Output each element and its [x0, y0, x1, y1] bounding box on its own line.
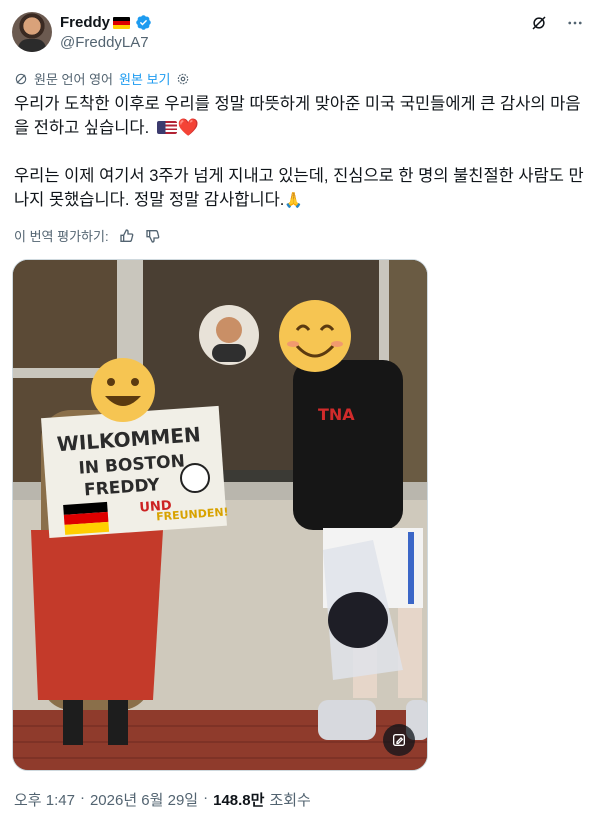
- heart-emoji: ❤️: [177, 118, 199, 137]
- pray-emoji: 🙏: [284, 192, 304, 209]
- translation-label: 원문 언어 영어: [34, 72, 113, 87]
- gear-icon[interactable]: [176, 72, 190, 86]
- tweet-paragraph-2: 우리는 이제 여기서 3주가 넘게 지내고 있는데, 진심으로 한 명의 불친절…: [14, 164, 584, 213]
- thumbs-down-icon[interactable]: [145, 228, 161, 244]
- grok-icon[interactable]: [530, 14, 548, 32]
- meta-separator-1: ·: [79, 789, 85, 806]
- views-count: 148.8만: [213, 792, 265, 809]
- header-actions: [530, 14, 584, 32]
- translation-notice: 원문 언어 영어 원본 보기: [14, 69, 190, 88]
- rate-translation: 이 번역 평가하기:: [14, 226, 161, 245]
- more-options-icon[interactable]: [566, 14, 584, 32]
- smiley-face-icon-2: [279, 300, 351, 372]
- translate-icon: [15, 73, 27, 84]
- show-original-link[interactable]: 원본 보기: [119, 69, 170, 88]
- views-label: 조회수: [269, 792, 311, 809]
- tweet-time[interactable]: 오후 1:47: [14, 789, 75, 810]
- smiley-face-icon-1: [91, 358, 155, 422]
- tweet-paragraph-1: 우리가 도착한 이후로 우리를 정말 따뜻하게 맞아준 미국 국민들에게 큰 감…: [14, 92, 584, 140]
- tweet-date[interactable]: 2026년 6월 29일: [90, 789, 198, 810]
- shirt-text: TNA: [318, 405, 355, 424]
- tweet-meta: 오후 1:47 · 2026년 6월 29일 · 148.8만 조회수: [14, 789, 311, 810]
- edit-image-icon[interactable]: [383, 724, 415, 756]
- tweet-photo[interactable]: WILKOMMEN IN BOSTON FREDDY UND FREUNDEN!…: [12, 259, 428, 771]
- rate-translation-label: 이 번역 평가하기:: [14, 229, 109, 244]
- tweet-body: 우리가 도착한 이후로 우리를 정말 따뜻하게 맞아준 미국 국민들에게 큰 감…: [14, 92, 584, 237]
- usa-flag-icon: [156, 121, 177, 134]
- thumbs-up-icon[interactable]: [119, 228, 135, 244]
- germany-flag-icon: [113, 16, 131, 29]
- author-name-row: Freddy: [60, 14, 152, 31]
- author-display-name[interactable]: Freddy: [60, 14, 110, 31]
- meta-separator-2: ·: [203, 789, 209, 806]
- author-handle[interactable]: @FreddyLA7: [60, 34, 149, 51]
- tweet-paragraph-1-text: 우리가 도착한 이후로 우리를 정말 따뜻하게 맞아준 미국 국민들에게 큰 감…: [14, 95, 581, 137]
- author-avatar[interactable]: [12, 12, 52, 52]
- photo-illustration: WILKOMMEN IN BOSTON FREDDY UND FREUNDEN!…: [13, 260, 427, 770]
- verified-badge-icon: [136, 15, 151, 30]
- tweet-header: Freddy @FreddyLA7: [12, 12, 592, 56]
